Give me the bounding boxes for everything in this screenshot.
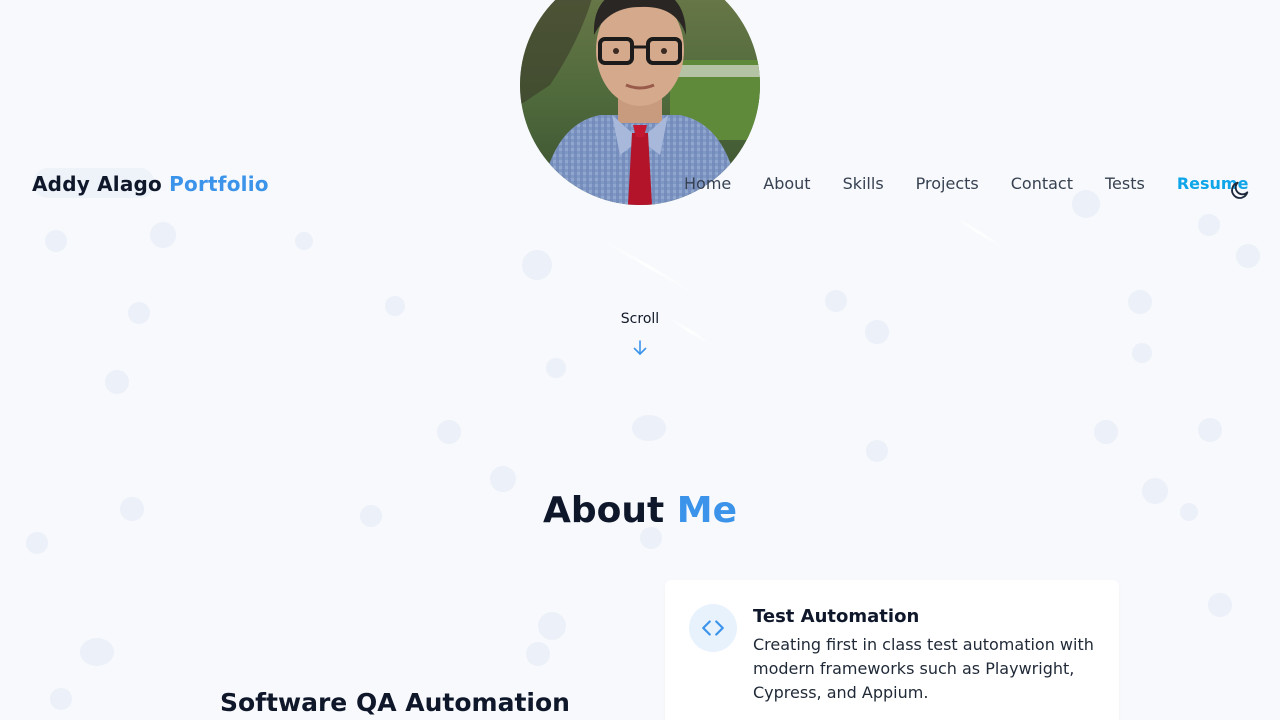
nav-home[interactable]: Home [684, 174, 731, 193]
nav-about[interactable]: About [763, 174, 810, 193]
about-title-word: About [543, 490, 665, 531]
card-title: Test Automation [753, 606, 920, 627]
theme-toggle-button[interactable] [1229, 179, 1251, 201]
code-icon [689, 604, 737, 652]
brand-name: Addy Alago [32, 172, 162, 196]
site-brand[interactable]: Addy Alago Portfolio [32, 172, 269, 196]
moon-icon [1231, 181, 1249, 199]
about-section-title: About Me [0, 490, 1280, 531]
about-title-accent: Me [676, 490, 737, 531]
page: Addy Alago Portfolio Home About Skills P… [0, 0, 1280, 720]
nav-skills[interactable]: Skills [843, 174, 884, 193]
nav-contact[interactable]: Contact [1011, 174, 1073, 193]
nav-tests[interactable]: Tests [1105, 174, 1145, 193]
role-heading: Software QA Automation [220, 688, 570, 717]
main-nav: Home About Skills Projects Contact Tests… [684, 174, 1248, 193]
arrow-down-icon[interactable] [631, 339, 649, 357]
scroll-label[interactable]: Scroll [600, 311, 680, 327]
card-description: Creating first in class test automation … [753, 635, 1094, 702]
test-automation-card: Test Automation Creating first in class … [665, 580, 1119, 720]
brand-accent: Portfolio [169, 172, 269, 196]
nav-projects[interactable]: Projects [916, 174, 979, 193]
